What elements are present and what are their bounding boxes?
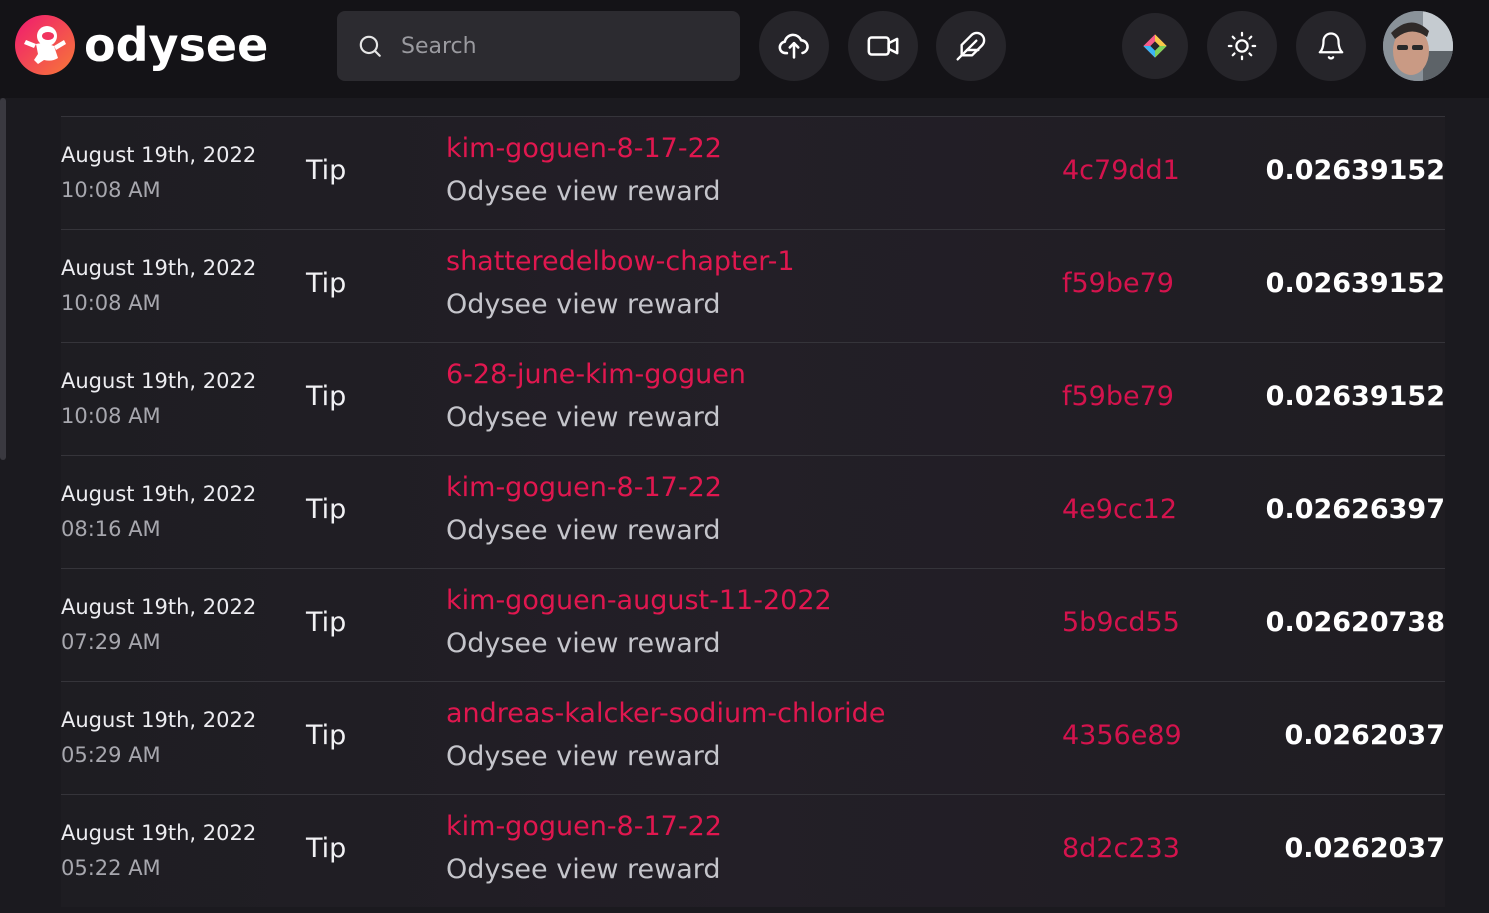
feather-pen-icon [956,31,986,61]
transaction-type: Tip [306,268,347,299]
upload-button[interactable] [759,11,829,81]
transaction-type: Tip [306,381,347,412]
transaction-amount: 0.0262037 [1284,833,1445,864]
search-bar[interactable] [337,11,740,81]
premium-diamond-icon [1143,34,1167,58]
transaction-description: Odysee view reward [446,515,721,546]
odysee-spaceman-icon [15,15,75,75]
table-row: August 19th, 2022 05:29 AM Tip andreas-k… [61,681,1445,794]
txid-link[interactable]: 5b9cd55 [1062,607,1180,638]
page-scrollbar[interactable] [0,98,6,460]
txid-link[interactable]: f59be79 [1062,381,1174,412]
transaction-date: August 19th, 2022 [61,482,257,506]
transaction-description: Odysee view reward [446,176,721,207]
txid-link[interactable]: f59be79 [1062,268,1174,299]
transaction-description: Odysee view reward [446,854,721,885]
notifications-button[interactable] [1296,11,1366,81]
table-row: August 19th, 2022 10:08 AM Tip kim-gogue… [61,116,1445,229]
transaction-type: Tip [306,155,347,186]
transaction-description: Odysee view reward [446,402,721,433]
transaction-amount: 0.02639152 [1265,155,1445,186]
transaction-type: Tip [306,607,347,638]
theme-toggle-button[interactable] [1207,11,1277,81]
table-row: August 19th, 2022 08:16 AM Tip kim-gogue… [61,455,1445,568]
transaction-amount: 0.02620738 [1265,607,1445,638]
transaction-type: Tip [306,494,347,525]
table-row: August 19th, 2022 10:08 AM Tip 6-28-june… [61,342,1445,455]
txid-link[interactable]: 4356e89 [1062,720,1182,751]
claim-link[interactable]: kim-goguen-8-17-22 [446,811,722,842]
table-row: August 19th, 2022 10:08 AM Tip shattered… [61,229,1445,342]
transaction-time: 05:29 AM [61,743,161,767]
transaction-date: August 19th, 2022 [61,256,257,280]
user-photo-icon [1383,11,1453,81]
transaction-type: Tip [306,720,347,751]
transaction-date: August 19th, 2022 [61,369,257,393]
claim-link[interactable]: kim-goguen-august-11-2022 [446,585,832,616]
claim-link[interactable]: 6-28-june-kim-goguen [446,359,746,390]
table-row: August 19th, 2022 07:29 AM Tip kim-gogue… [61,568,1445,681]
txid-link[interactable]: 8d2c233 [1062,833,1180,864]
sun-icon [1227,31,1257,61]
logo-text: odysee [84,18,269,72]
transaction-amount: 0.02639152 [1265,268,1445,299]
search-input[interactable] [399,32,723,60]
transaction-date: August 19th, 2022 [61,821,257,845]
transaction-date: August 19th, 2022 [61,595,257,619]
transaction-description: Odysee view reward [446,289,721,320]
transaction-amount: 0.0262037 [1284,720,1445,751]
transaction-date: August 19th, 2022 [61,143,257,167]
avatar[interactable] [1383,11,1453,81]
odysee-logo[interactable]: odysee [14,14,268,76]
search-icon [359,35,381,57]
post-button[interactable] [936,11,1006,81]
transaction-amount: 0.02626397 [1265,494,1445,525]
claim-link[interactable]: andreas-kalcker-sodium-chloride [446,698,885,729]
transactions-table: August 19th, 2022 10:08 AM Tip kim-gogue… [61,116,1445,907]
claim-link[interactable]: kim-goguen-8-17-22 [446,133,722,164]
top-header: odysee [0,0,1489,98]
transaction-time: 10:08 AM [61,291,161,315]
txid-link[interactable]: 4e9cc12 [1062,494,1177,525]
claim-link[interactable]: kim-goguen-8-17-22 [446,472,722,503]
table-row: August 19th, 2022 05:22 AM Tip kim-gogue… [61,794,1445,907]
transaction-description: Odysee view reward [446,628,721,659]
transaction-time: 07:29 AM [61,630,161,654]
transaction-time: 05:22 AM [61,856,161,880]
transaction-amount: 0.02639152 [1265,381,1445,412]
transaction-type: Tip [306,833,347,864]
txid-link[interactable]: 4c79dd1 [1062,155,1180,186]
bell-icon [1318,32,1344,60]
transaction-time: 08:16 AM [61,517,161,541]
upload-cloud-icon [778,33,809,59]
claim-link[interactable]: shatteredelbow-chapter-1 [446,246,795,277]
transaction-description: Odysee view reward [446,741,721,772]
transaction-date: August 19th, 2022 [61,708,257,732]
transaction-time: 10:08 AM [61,404,161,428]
premium-button[interactable] [1122,13,1188,79]
transaction-time: 10:08 AM [61,178,161,202]
video-camera-icon [867,36,899,56]
go-live-button[interactable] [848,11,918,81]
